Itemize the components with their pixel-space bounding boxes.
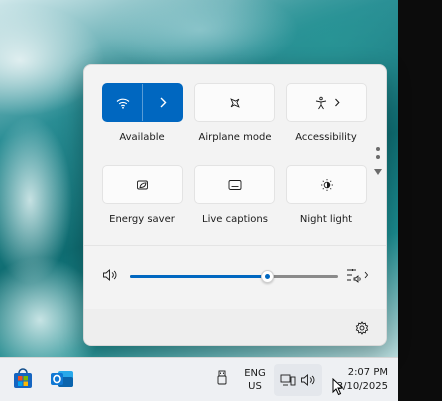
- wifi-tile-label: Available: [119, 132, 165, 143]
- speaker-icon[interactable]: [102, 268, 118, 282]
- night-light-label: Night light: [299, 214, 353, 225]
- energy-saver-icon: [136, 178, 150, 192]
- airplane-mode-tile[interactable]: [194, 83, 275, 122]
- page-dot[interactable]: [376, 155, 380, 159]
- clock-time: 2:07 PM: [347, 367, 388, 378]
- system-status-button[interactable]: [274, 364, 322, 396]
- microsoft-store-button[interactable]: [12, 368, 34, 390]
- audio-output-icon: [347, 269, 369, 283]
- night-light-tile[interactable]: [286, 165, 367, 204]
- accessibility-icon: [314, 96, 328, 110]
- chevron-right-icon: [159, 97, 167, 108]
- language-code: ENG: [244, 368, 266, 379]
- captions-icon: [228, 179, 242, 191]
- wifi-tile[interactable]: [102, 83, 183, 122]
- wifi-toggle-button[interactable]: [103, 84, 142, 121]
- volume-row: [84, 261, 386, 289]
- live-captions-tile[interactable]: [194, 165, 275, 204]
- quick-settings-footer: [84, 309, 386, 345]
- audio-output-button[interactable]: [346, 267, 370, 283]
- chevron-right-icon: [334, 98, 340, 107]
- section-divider: [84, 245, 386, 246]
- page-dot[interactable]: [376, 147, 380, 151]
- store-icon: [14, 368, 32, 388]
- next-page-arrow-icon[interactable]: [374, 169, 382, 175]
- wifi-more-button[interactable]: [142, 84, 182, 121]
- airplane-mode-label: Airplane mode: [198, 132, 272, 143]
- energy-saver-tile[interactable]: [102, 165, 183, 204]
- quick-settings-panel: Available Airplane mode Accessibility En…: [83, 64, 387, 346]
- outlook-button[interactable]: [50, 368, 73, 390]
- region-code: US: [248, 381, 262, 392]
- language-indicator[interactable]: ENG US: [241, 368, 269, 392]
- live-captions-label: Live captions: [202, 214, 268, 225]
- volume-slider-fill: [130, 275, 268, 278]
- accessibility-tile[interactable]: [286, 83, 367, 122]
- usb-device-icon[interactable]: [216, 370, 228, 386]
- volume-slider-thumb[interactable]: [260, 270, 274, 283]
- volume-slider[interactable]: [130, 275, 338, 278]
- night-light-icon: [320, 178, 334, 192]
- outlook-icon: [51, 371, 73, 387]
- gear-icon[interactable]: [355, 321, 369, 335]
- volume-icon: [300, 373, 316, 387]
- page-indicator[interactable]: [374, 147, 382, 181]
- airplane-icon: [228, 96, 242, 110]
- mouse-cursor-icon: [332, 378, 344, 396]
- network-icon: [280, 373, 296, 387]
- accessibility-label: Accessibility: [295, 132, 357, 143]
- energy-saver-label: Energy saver: [109, 214, 175, 225]
- wifi-icon: [116, 97, 130, 109]
- desktop-edge: [398, 0, 442, 401]
